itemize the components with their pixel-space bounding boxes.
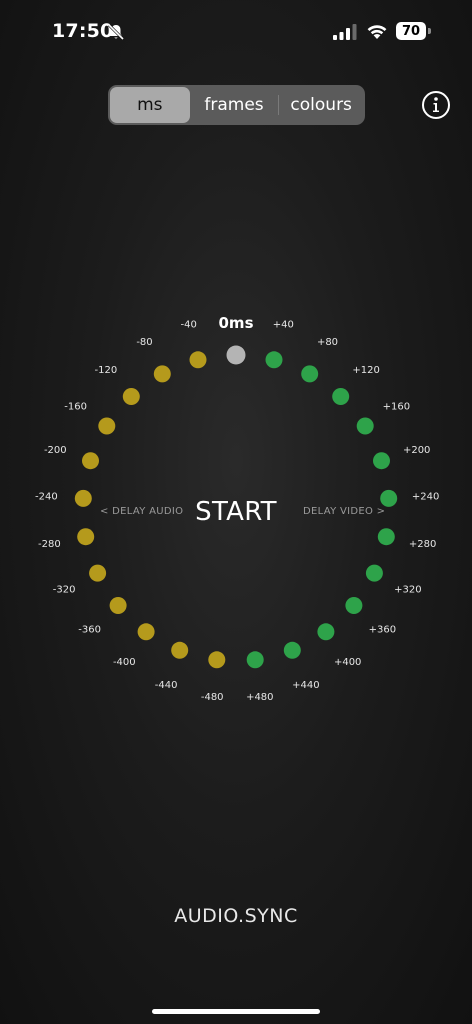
marker-label: +440: [292, 680, 319, 691]
marker-dot[interactable]: [153, 365, 171, 383]
screen: 17:50 70 ms frames colours +40 +80 +120 +16…: [0, 0, 472, 1024]
marker-dot[interactable]: [265, 351, 283, 369]
marker-label: +400: [334, 657, 361, 668]
marker-label: +320: [394, 584, 421, 595]
start-button[interactable]: START: [180, 494, 292, 530]
marker-dot[interactable]: [122, 388, 140, 405]
marker-label: +480: [246, 692, 273, 703]
marker-dot[interactable]: [332, 388, 350, 405]
zero-ms-label: 0ms: [218, 314, 254, 332]
marker-dot[interactable]: [208, 651, 226, 669]
marker-label: +240: [412, 492, 439, 503]
marker-dot[interactable]: [246, 651, 264, 669]
marker-label: -80: [136, 337, 152, 348]
marker-label: -120: [95, 365, 118, 376]
marker-dot[interactable]: [89, 564, 107, 582]
marker-label: -400: [113, 657, 136, 668]
marker-dot[interactable]: [98, 417, 116, 435]
marker-dot-0[interactable]: [226, 345, 246, 365]
marker-dot[interactable]: [301, 365, 319, 383]
marker-label: -280: [38, 539, 61, 550]
marker-label: +280: [409, 539, 436, 550]
marker-label: +360: [369, 625, 396, 636]
delay-audio-label: < DELAY AUDIO: [100, 506, 184, 517]
marker-label: -480: [201, 692, 224, 703]
marker-dot[interactable]: [137, 623, 155, 641]
marker-dot[interactable]: [74, 489, 92, 507]
marker-label: -200: [44, 445, 67, 456]
marker-label: -240: [35, 492, 58, 503]
marker-label: -160: [64, 402, 87, 413]
marker-label: -440: [155, 680, 178, 691]
marker-dot[interactable]: [365, 564, 383, 582]
marker-dot[interactable]: [189, 351, 207, 369]
marker-dot[interactable]: [283, 641, 301, 659]
marker-dot[interactable]: [345, 597, 363, 614]
app-name: AUDIO.SYNC: [174, 905, 298, 927]
marker-dot[interactable]: [377, 528, 395, 546]
marker-label: +80: [317, 337, 338, 348]
marker-label: +200: [403, 445, 430, 456]
marker-dot[interactable]: [77, 528, 95, 546]
marker-dot[interactable]: [109, 597, 127, 614]
marker-dot[interactable]: [380, 489, 398, 507]
marker-dot[interactable]: [373, 452, 390, 470]
marker-dot[interactable]: [356, 417, 374, 435]
marker-label: -360: [78, 625, 101, 636]
delay-video-label: DELAY VIDEO >: [303, 506, 386, 517]
marker-dot[interactable]: [82, 452, 99, 470]
home-indicator: [152, 1009, 320, 1014]
marker-label: +160: [383, 402, 410, 413]
marker-label: -320: [53, 584, 76, 595]
marker-label: +120: [352, 365, 379, 376]
marker-dot[interactable]: [171, 641, 189, 659]
marker-dot[interactable]: [317, 623, 335, 641]
